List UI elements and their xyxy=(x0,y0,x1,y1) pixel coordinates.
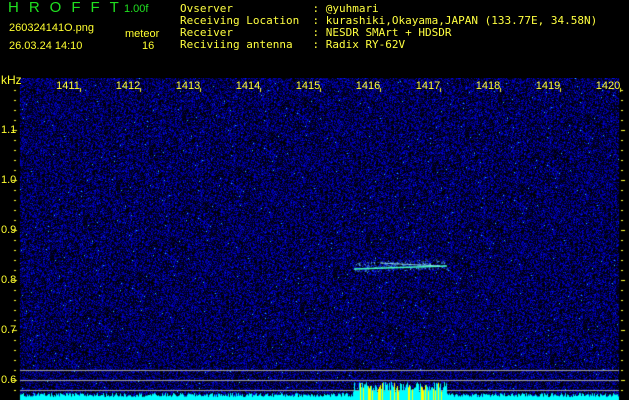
x-tick-label: 1412 xyxy=(115,80,141,92)
x-tick-label: 1411 xyxy=(56,80,80,92)
date-time: 26.03.24 14:10 xyxy=(9,40,83,52)
y-tick-label: 0.7 xyxy=(1,324,17,336)
meteor-count: 16 xyxy=(142,40,155,52)
y-tick-label: 1.1 xyxy=(1,124,17,136)
file-name: 260324141O.png xyxy=(9,22,95,34)
x-tick-label: 1419 xyxy=(535,80,561,92)
x-tick-label: 1418 xyxy=(475,80,501,92)
x-tick-label: 1414 xyxy=(235,80,261,92)
x-tick-label: 1416 xyxy=(355,80,381,92)
app-logo: HROFFT xyxy=(8,0,129,16)
y-tick-label: 0.8 xyxy=(1,274,17,286)
app-version: 1.00f xyxy=(124,3,149,15)
waterfall-spectrogram xyxy=(0,78,629,400)
x-tick-label: 1413 xyxy=(175,80,201,92)
x-tick-label: 1417 xyxy=(415,80,441,92)
mode-label: meteor xyxy=(125,28,160,40)
axis-unit: kHz xyxy=(1,73,22,87)
hrofft-window: HROFFT 1.00f 260324141O.png 26.03.24 14:… xyxy=(0,0,629,400)
info-value: Radix RY-62V xyxy=(325,38,406,51)
info-row: Reciviing antenna : Radix RY-62V xyxy=(180,39,405,51)
info-label: Reciviing antenna : xyxy=(180,38,326,51)
y-tick-label: 0.6 xyxy=(1,374,17,386)
y-tick-label: 1.0 xyxy=(1,174,17,186)
y-tick-label: 0.9 xyxy=(1,224,17,236)
x-tick-label: 1420 xyxy=(595,80,621,92)
x-tick-label: 1415 xyxy=(295,80,321,92)
